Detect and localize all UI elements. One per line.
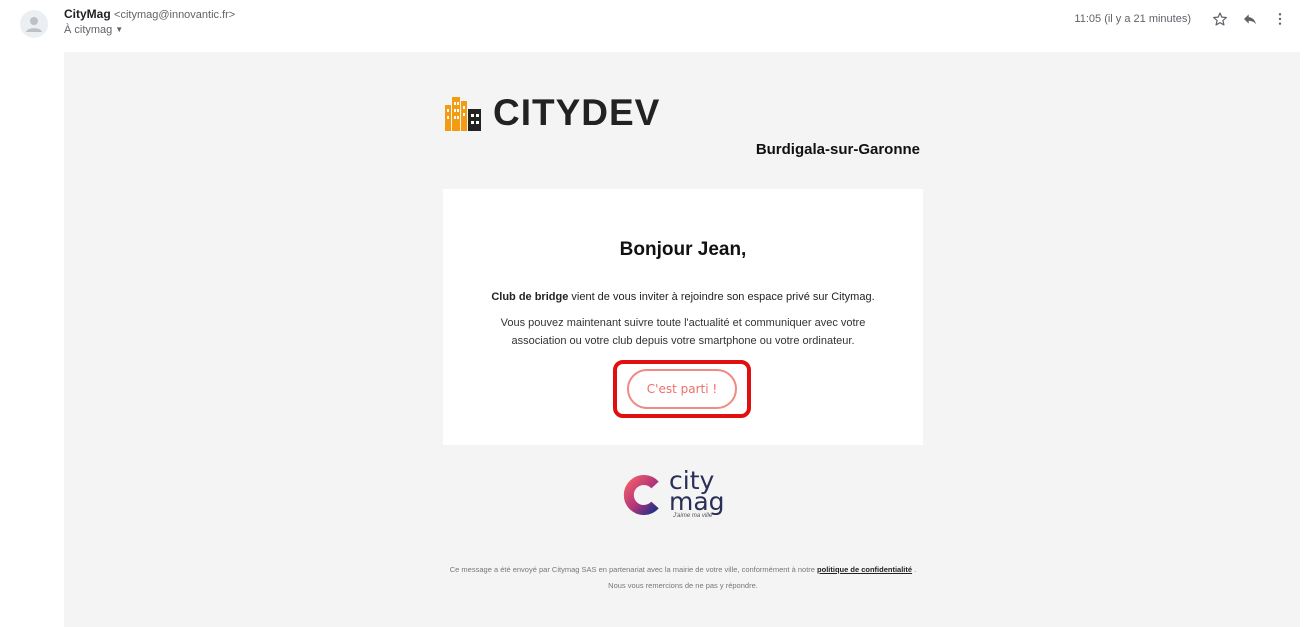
recipient-details[interactable]: À citymag ▼: [64, 24, 235, 36]
star-icon[interactable]: [1205, 9, 1235, 29]
brand-name: CITYDEV: [493, 92, 661, 133]
citymag-wordmark: city mag J'aime ma ville: [669, 468, 725, 520]
greeting: Bonjour Jean,: [619, 239, 747, 260]
sender-email: <citymag@innovantic.fr>: [114, 9, 236, 21]
city-name: Burdigala-sur-Garonne: [755, 141, 920, 158]
privacy-policy-link[interactable]: politique de confidentialité: [817, 565, 912, 574]
cta-button[interactable]: C'est parti !: [627, 369, 737, 409]
sender-avatar[interactable]: [20, 10, 48, 38]
sender-name[interactable]: CityMag: [64, 7, 111, 21]
followup-text: Vous pouvez maintenant suivre toute l'ac…: [500, 317, 866, 347]
cta-highlight: C'est parti !: [613, 360, 751, 418]
invite-text: Club de bridge vient de vous inviter à r…: [443, 291, 923, 303]
invitation-card: Bonjour Jean, Club de bridge vient de vo…: [443, 189, 923, 445]
avatar-icon: [26, 17, 42, 32]
caret-down-icon: ▼: [115, 25, 124, 34]
club-name: Club de bridge: [491, 291, 569, 303]
timestamp: 11:05 (il y a 21 minutes): [1074, 13, 1191, 25]
citymag-word-mag: mag: [669, 487, 725, 516]
citymag-logo: city mag J'aime ma ville: [621, 468, 725, 520]
citymag-c-icon: [623, 475, 659, 515]
citydev-logo: CITYDEV: [443, 92, 660, 134]
sender-block: CityMag <citymag@innovantic.fr> À cityma…: [64, 7, 235, 36]
header-actions: 11:05 (il y a 21 minutes): [1074, 9, 1295, 29]
buildings-icon: [445, 97, 481, 131]
email-body: CITYDEV Burdigala-sur-Garonne Bonjour Je…: [64, 52, 1300, 627]
more-vert-icon[interactable]: [1265, 9, 1295, 29]
footer-note: Ce message a été envoyé par Citymag SAS …: [443, 562, 923, 594]
reply-icon[interactable]: [1235, 9, 1265, 29]
recipient-label: À citymag: [64, 24, 113, 36]
footer-text: Ce message a été envoyé par Citymag SAS …: [449, 565, 818, 574]
invite-rest: vient de vous inviter à rejoindre son es…: [568, 291, 875, 303]
